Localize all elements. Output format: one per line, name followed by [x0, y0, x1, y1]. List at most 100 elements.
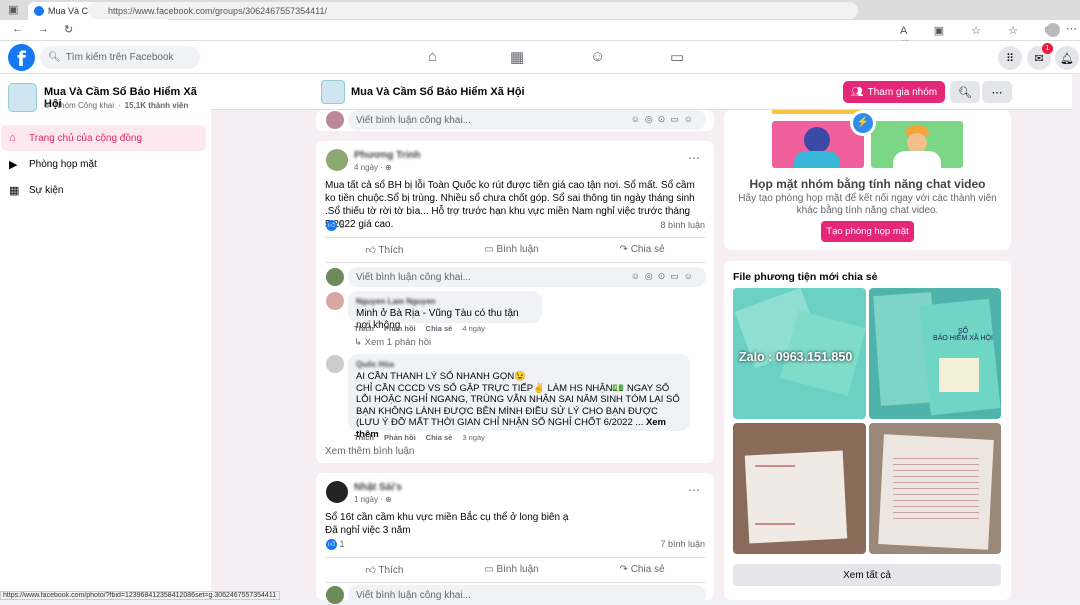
share-button[interactable]: ↷ Chia sẻ	[620, 564, 665, 575]
menu-grid-icon[interactable]: ⠿	[998, 46, 1022, 70]
globe-icon: ⊕	[385, 495, 392, 504]
more-comments-link[interactable]: Xem thêm bình luận	[325, 446, 415, 457]
comment-share[interactable]: Chia sẻ	[426, 433, 453, 442]
comment-input[interactable]: Viết bình luận công khai...	[348, 585, 706, 605]
comment-count[interactable]: 8 bình luận	[660, 220, 705, 230]
view-replies-link[interactable]: Xem 1 phản hồi	[365, 337, 432, 348]
search-input[interactable]: 🔍︎ Tìm kiếm trên Facebook	[40, 46, 200, 69]
post-text: Sổ 16t cần cầm khu vực miền Bắc cụ thể ở…	[325, 512, 569, 536]
video-icon: ▶	[9, 158, 18, 171]
comment-tool-icons[interactable]: ☺◎⊙▭☺	[631, 271, 698, 282]
user-avatar	[326, 586, 344, 604]
browser-menu-icon[interactable]: ⋯	[1066, 22, 1077, 35]
comment-label: Bình luận	[496, 244, 539, 255]
commenter-avatar[interactable]	[326, 292, 344, 310]
forward-icon[interactable]: →	[38, 23, 49, 35]
search-icon: 🔍︎	[48, 52, 61, 63]
sidebar-item-events[interactable]: ▦ Sự kiện	[1, 178, 206, 202]
notifications-icon[interactable]: 🔔︎	[1055, 46, 1079, 70]
media-thumbnail[interactable]: Zalo : 0963.151.850	[733, 288, 866, 419]
home-icon[interactable]: ⌂	[428, 48, 437, 65]
user-avatar	[326, 268, 344, 286]
post-author[interactable]: Phương Trinh	[354, 150, 421, 161]
comment-reply[interactable]: Phản hồi	[384, 324, 416, 333]
more-options-button[interactable]: ⋯	[982, 81, 1012, 103]
comment-input[interactable]: Viết bình luận công khai... ☺◎⊙▭☺	[348, 267, 706, 287]
share-button[interactable]: ↷ Chia sẻ	[620, 244, 665, 255]
media-thumbnail[interactable]: SỔ BẢO HIỂM XÃ HỘI	[869, 288, 1001, 419]
share-label: Chia sẻ	[630, 564, 665, 575]
post-more-icon[interactable]: ⋯	[688, 483, 700, 497]
comment-time[interactable]: 3 ngày	[462, 433, 485, 442]
photo-document-text: SỔ BẢO HIỂM XÃ HỘI	[933, 328, 993, 342]
comment-placeholder: Viết bình luận công khai...	[356, 589, 471, 601]
share-icon: ↷	[619, 564, 631, 575]
reaction-count[interactable]: 8	[340, 220, 345, 230]
share-icon: ↷	[619, 244, 631, 255]
sidebar-item-label: Phòng họp mặt	[29, 158, 97, 170]
like-button[interactable]: 👍︎ Thích	[365, 244, 403, 256]
search-group-button[interactable]: 🔍︎	[950, 81, 980, 103]
like-button[interactable]: 👍︎ Thích	[365, 564, 403, 576]
media-thumbnail[interactable]	[733, 423, 866, 554]
author-avatar[interactable]	[326, 149, 348, 171]
gaming-icon[interactable]: ▭	[670, 48, 684, 66]
comment-share[interactable]: Chia sẻ	[426, 324, 453, 333]
comment-icon: ▭	[484, 564, 497, 575]
comment-bubble: Quốc Hòa AI CẦN THANH LÝ SỔ NHANH GỌN😉 C…	[348, 354, 690, 440]
join-group-icon: 👥︎	[850, 86, 864, 98]
sidebar-item-rooms[interactable]: ▶ Phòng họp mặt	[1, 152, 206, 176]
address-bar[interactable]: https://www.facebook.com/groups/30624675…	[88, 2, 858, 19]
like-label: Thích	[378, 564, 404, 576]
left-sidebar: Mua Và Cầm Sổ Bảo Hiểm Xã Hội 🌐︎ Nhóm Côn…	[0, 74, 211, 600]
url-text: https://www.facebook.com/groups/30624675…	[108, 5, 327, 16]
group-avatar-small[interactable]	[321, 80, 345, 104]
facebook-logo-icon[interactable]: f	[8, 44, 35, 71]
comment-time[interactable]: 4 ngày	[462, 324, 485, 333]
comment-reply[interactable]: Phản hồi	[384, 433, 416, 442]
tab-actions-icon[interactable]: ▣	[8, 3, 18, 16]
page-scrollbar[interactable]	[1072, 74, 1080, 600]
video-chat-card: ⚡ Họp mặt nhóm bằng tính năng chat video…	[724, 110, 1011, 250]
media-thumbnail[interactable]	[869, 423, 1001, 554]
post-time[interactable]: 4 ngày ·	[354, 163, 385, 172]
illustration-strip	[772, 110, 864, 114]
marketplace-icon[interactable]: ▦	[510, 48, 524, 66]
photo-overlay-text: Zalo : 0963.151.850	[739, 350, 853, 364]
messenger-badge: ⚡	[850, 110, 876, 136]
illustration-person-right	[871, 121, 963, 168]
subheader-group-name[interactable]: Mua Và Cầm Sổ Bảo Hiểm Xã Hội	[351, 86, 525, 98]
comment-tool-icons[interactable]: ☺◎⊙▭☺	[631, 114, 698, 125]
comment-input[interactable]: Viết bình luận công khai... ☺◎⊙▭☺	[348, 110, 706, 130]
sidebar-item-label: Trang chủ của cộng đồng	[29, 132, 143, 144]
profile-avatar[interactable]	[1046, 23, 1060, 37]
comment-button[interactable]: ▭ Bình luận	[484, 244, 539, 255]
like-icon: 👍︎	[365, 244, 379, 256]
groups-icon[interactable]: ☺	[590, 48, 605, 65]
more-icon: ⋯	[991, 86, 1003, 99]
meet-description: Hãy tạo phòng họp mặt để kết nối ngay vớ…	[738, 193, 997, 216]
comment-like[interactable]: Thích	[354, 433, 374, 442]
join-group-button[interactable]: 👥︎ Tham gia nhóm	[843, 81, 945, 103]
media-card: File phương tiện mới chia sẻ Zalo : 0963…	[724, 261, 1011, 600]
like-label: Thích	[378, 244, 404, 256]
back-icon[interactable]: ←	[12, 23, 23, 35]
post-author[interactable]: Nhật Sái's	[354, 482, 402, 493]
sidebar-item-home[interactable]: ⌂ Trang chủ của cộng đồng	[1, 125, 206, 151]
reload-icon[interactable]: ↻	[64, 23, 73, 36]
divider	[325, 582, 705, 583]
comment-author[interactable]: Nguyen Lam Nguyen	[356, 296, 534, 308]
comment-author[interactable]: Quốc Hòa	[356, 359, 682, 371]
comment-like[interactable]: Thích	[354, 324, 374, 333]
commenter-avatar[interactable]	[326, 355, 344, 373]
create-room-button[interactable]: Tạo phòng họp mặt	[821, 221, 914, 242]
comment-count[interactable]: 7 bình luận	[660, 539, 705, 549]
globe-icon: ⊕	[385, 163, 392, 172]
author-avatar[interactable]	[326, 481, 348, 503]
see-all-button[interactable]: Xem tất cả	[733, 564, 1001, 586]
group-avatar[interactable]	[8, 83, 37, 112]
post-more-icon[interactable]: ⋯	[688, 151, 700, 165]
comment-button[interactable]: ▭ Bình luận	[484, 564, 539, 575]
reaction-count[interactable]: 1	[340, 539, 345, 549]
post-time[interactable]: 1 ngày ·	[354, 495, 385, 504]
